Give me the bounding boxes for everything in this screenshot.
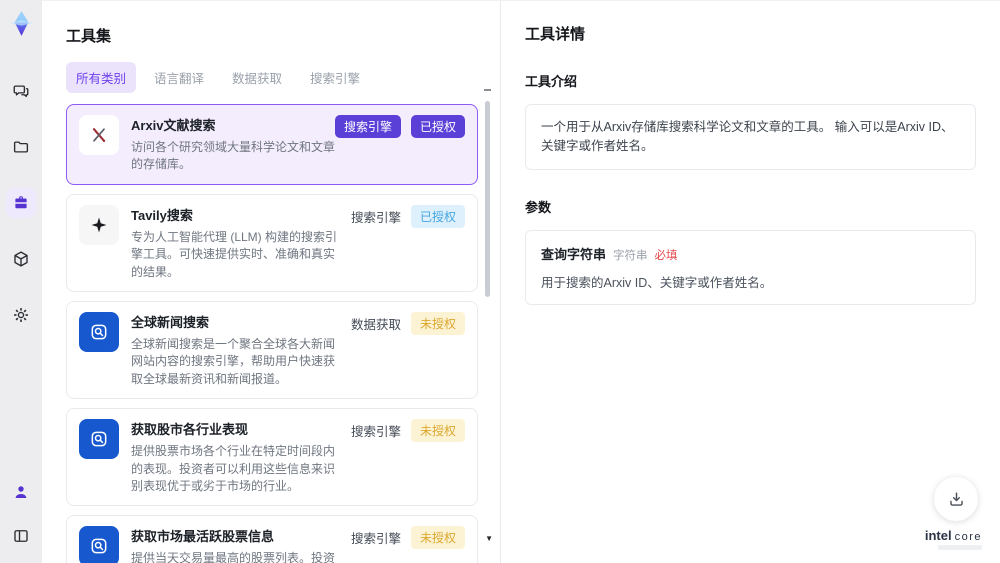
intro-heading: 工具介绍	[525, 74, 578, 89]
scrollbar-top-tick	[484, 89, 491, 91]
tool-card-arxiv[interactable]: Arxiv文献搜索 访问各个研究领域大量科学论文和文章的存储库。 搜索引擎 已授…	[66, 104, 478, 185]
tool-desc: 访问各个研究领域大量科学论文和文章的存储库。	[131, 140, 336, 172]
app-window: 工具集 所有类别 语言翻译 数据获取 搜索引擎 Arxiv文献搜索 访问各个研究…	[0, 0, 1000, 563]
app-logo	[6, 8, 36, 38]
core-wordmark: core	[954, 531, 982, 543]
category-badge: 搜索引擎	[334, 115, 401, 138]
briefcase-icon[interactable]	[6, 188, 36, 218]
page-title: 工具集	[66, 28, 112, 45]
tool-card-active-stocks[interactable]: 获取市场最活跃股票信息 提供当天交易量最高的股票列表。投资者可以利用这些信息来识…	[66, 515, 478, 563]
tool-desc: 专为人工智能代理 (LLM) 构建的搜索引擎工具。可快速提供实时、准确和真实的结…	[131, 229, 338, 279]
cube-icon[interactable]	[6, 244, 36, 274]
intro-box: 一个用于从Arxiv存储库搜索科学论文和文章的工具。 输入可以是Arxiv ID…	[525, 104, 976, 170]
panel-layout-icon[interactable]	[6, 521, 36, 551]
intel-wordmark: intel	[924, 528, 952, 543]
auth-status-badge: 未授权	[410, 419, 465, 443]
tool-list: Arxiv文献搜索 访问各个研究领域大量科学论文和文章的存储库。 搜索引擎 已授…	[66, 104, 500, 563]
detail-title: 工具详情	[525, 26, 586, 43]
tool-desc: 提供当天交易量最高的股票列表。投资者可以利用这些信息来识别流动性强的股票和潜在的…	[131, 551, 336, 563]
tool-card-tavily[interactable]: Tavily搜索 专为人工智能代理 (LLM) 构建的搜索引擎工具。可快速提供实…	[66, 193, 478, 292]
category-label: 搜索引擎	[350, 532, 401, 547]
tool-name: 获取市场最活跃股票信息	[131, 529, 275, 545]
download-icon	[949, 491, 963, 506]
tool-name: 全球新闻搜索	[131, 314, 210, 330]
rail-bottom	[6, 477, 36, 551]
params-heading: 参数	[525, 199, 552, 215]
scrollbar-thumb[interactable]	[485, 101, 490, 297]
tab-all-categories[interactable]: 所有类别	[66, 62, 137, 93]
param-box: 查询字符串 字符串 必填 用于搜索的Arxiv ID、关键字或作者姓名。	[525, 229, 976, 305]
stock-search-icon	[79, 419, 119, 460]
tool-list-panel: 工具集 所有类别 语言翻译 数据获取 搜索引擎 Arxiv文献搜索 访问各个研究…	[42, 0, 500, 563]
tool-card-global-news[interactable]: 全球新闻搜索 全球新闻搜索是一个聚合全球各大新闻网站内容的搜索引擎，帮助用户快速…	[66, 300, 478, 400]
gear-icon[interactable]	[6, 300, 36, 330]
param-name: 查询字符串	[541, 246, 607, 262]
stock-search-icon	[79, 526, 119, 563]
param-required-badge: 必填	[654, 249, 678, 262]
tab-language-translation[interactable]: 语言翻译	[144, 62, 214, 93]
user-icon[interactable]	[6, 477, 36, 507]
news-search-icon	[79, 311, 119, 352]
tool-card-stock-sector[interactable]: 获取股市各行业表现 提供股票市场各个行业在特定时间段内的表现。投资者可以利用这些…	[66, 408, 478, 507]
tab-search-engine[interactable]: 搜索引擎	[300, 62, 370, 93]
category-tabs: 所有类别 语言翻译 数据获取 搜索引擎	[66, 62, 500, 93]
arxiv-logo-icon	[79, 115, 119, 155]
tool-name: 获取股市各行业表现	[131, 422, 249, 438]
auth-status-badge: 未授权	[410, 526, 465, 550]
tavily-star-icon	[79, 204, 119, 245]
tool-detail-panel: 工具详情 工具介绍 一个用于从Arxiv存储库搜索科学论文和文章的工具。 输入可…	[500, 0, 1000, 563]
param-desc: 用于搜索的Arxiv ID、关键字或作者姓名。	[541, 275, 773, 290]
auth-status-badge: 已授权	[410, 204, 465, 228]
intel-core-logo: intel core	[925, 528, 982, 550]
tool-name: Tavily搜索	[131, 207, 193, 223]
gem-logo-icon	[9, 10, 33, 36]
folder-icon[interactable]	[6, 132, 36, 162]
rail-nav	[6, 76, 36, 330]
category-label: 搜索引擎	[350, 210, 401, 225]
intro-text: 一个用于从Arxiv存储库搜索科学论文和文章的工具。 输入可以是Arxiv ID…	[541, 120, 954, 153]
scroll-down-arrow-icon[interactable]: ▼	[485, 534, 493, 543]
download-button[interactable]	[934, 477, 978, 521]
category-label: 数据获取	[350, 317, 401, 332]
tool-name: Arxiv文献搜索	[131, 118, 216, 133]
tool-desc: 提供股票市场各个行业在特定时间段内的表现。投资者可以利用这些信息来识别表现优于或…	[131, 444, 336, 493]
brand-subtext-faint	[938, 545, 982, 550]
tool-desc: 全球新闻搜索是一个聚合全球各大新闻网站内容的搜索引擎，帮助用户快速获取全球最新资…	[131, 336, 336, 386]
chat-icon[interactable]	[6, 76, 36, 106]
tab-data-fetch[interactable]: 数据获取	[222, 62, 292, 93]
category-label: 搜索引擎	[350, 425, 401, 440]
param-type: 字符串	[613, 249, 648, 262]
left-rail	[0, 0, 42, 563]
auth-status-badge: 未授权	[410, 311, 465, 335]
auth-status-badge: 已授权	[410, 115, 465, 138]
